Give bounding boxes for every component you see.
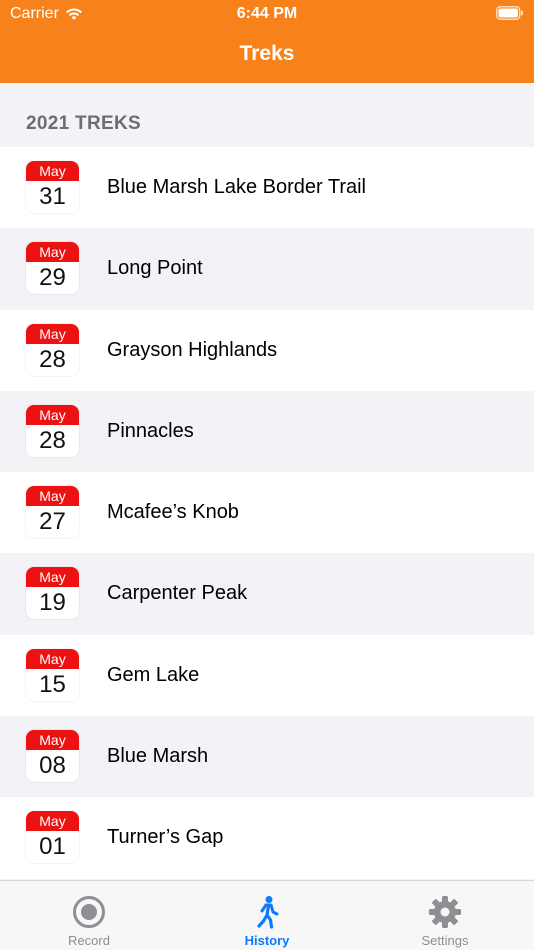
record-icon <box>73 896 105 928</box>
trek-row[interactable]: May 28 Pinnacles <box>0 390 534 473</box>
calendar-month: May <box>26 404 79 425</box>
trek-row[interactable]: May 29 Long Point <box>0 228 534 310</box>
calendar-icon: May 15 <box>26 648 79 701</box>
gear-icon <box>429 896 461 928</box>
calendar-day: 08 <box>39 752 66 780</box>
status-bar: Carrier 6:44 PM <box>0 0 534 28</box>
calendar-day: 29 <box>39 264 66 292</box>
trek-row[interactable]: May 28 Grayson Highlands <box>0 309 534 391</box>
tab-label-record: Record <box>68 933 110 948</box>
calendar-month: May <box>26 323 79 344</box>
trek-name: Grayson Highlands <box>107 338 278 361</box>
trek-name: Mcafee’s Knob <box>107 501 239 524</box>
calendar-month: May <box>26 730 79 751</box>
battery-icon <box>496 6 524 25</box>
page-title: Treks <box>239 42 295 65</box>
calendar-icon: May 27 <box>26 486 79 539</box>
trek-name: Pinnacles <box>107 419 194 442</box>
calendar-day: 31 <box>39 183 66 210</box>
calendar-day: 28 <box>39 426 66 454</box>
tab-record[interactable]: Record <box>0 881 178 950</box>
trek-name: Carpenter Peak <box>107 582 248 605</box>
calendar-month: May <box>26 811 79 832</box>
calendar-icon: May 01 <box>26 811 79 864</box>
calendar-icon: May 19 <box>26 567 79 620</box>
calendar-day: 27 <box>39 508 66 536</box>
walking-person-icon <box>257 896 279 929</box>
section-header: 2021 TREKS <box>26 113 141 134</box>
tab-label-settings: Settings <box>421 933 469 948</box>
trek-name: Blue Marsh Lake Border Trail <box>107 176 367 198</box>
calendar-icon: May 29 <box>26 242 79 295</box>
trek-list: May 31 Blue Marsh Lake Border Trail May … <box>0 147 534 879</box>
calendar-icon: May 08 <box>26 730 79 783</box>
trek-name: Gem Lake <box>107 663 200 686</box>
calendar-icon: May 28 <box>26 404 79 457</box>
trek-row[interactable]: May 15 Gem Lake <box>0 634 534 717</box>
trek-row[interactable]: May 27 Mcafee’s Knob <box>0 472 534 554</box>
calendar-month: May <box>26 486 79 507</box>
calendar-icon: May 31 <box>26 161 79 213</box>
trek-row[interactable]: May 08 Blue Marsh <box>0 716 534 798</box>
trek-row[interactable]: May 01 Turner’s Gap <box>0 797 534 879</box>
calendar-month: May <box>26 161 79 181</box>
calendar-icon: May 28 <box>26 323 79 376</box>
tab-history[interactable]: History <box>178 881 356 950</box>
trek-row[interactable]: May 31 Blue Marsh Lake Border Trail <box>0 147 534 229</box>
trek-row[interactable]: May 19 Carpenter Peak <box>0 553 534 635</box>
trek-name: Long Point <box>107 257 203 280</box>
tab-settings[interactable]: Settings <box>356 881 534 950</box>
calendar-day: 15 <box>39 670 66 698</box>
tab-bar: Record History Settings <box>0 880 534 950</box>
trek-name: Turner’s Gap <box>107 826 224 849</box>
tab-label-history: History <box>244 933 290 948</box>
calendar-day: 19 <box>39 589 66 617</box>
status-time: 6:44 PM <box>236 5 298 22</box>
nav-header: Carrier 6:44 PM Treks <box>0 0 534 83</box>
calendar-day: 28 <box>39 345 66 373</box>
calendar-month: May <box>26 648 79 669</box>
calendar-month: May <box>26 567 79 588</box>
trek-name: Blue Marsh <box>107 745 209 768</box>
calendar-month: May <box>26 242 79 263</box>
calendar-day: 01 <box>39 833 66 861</box>
